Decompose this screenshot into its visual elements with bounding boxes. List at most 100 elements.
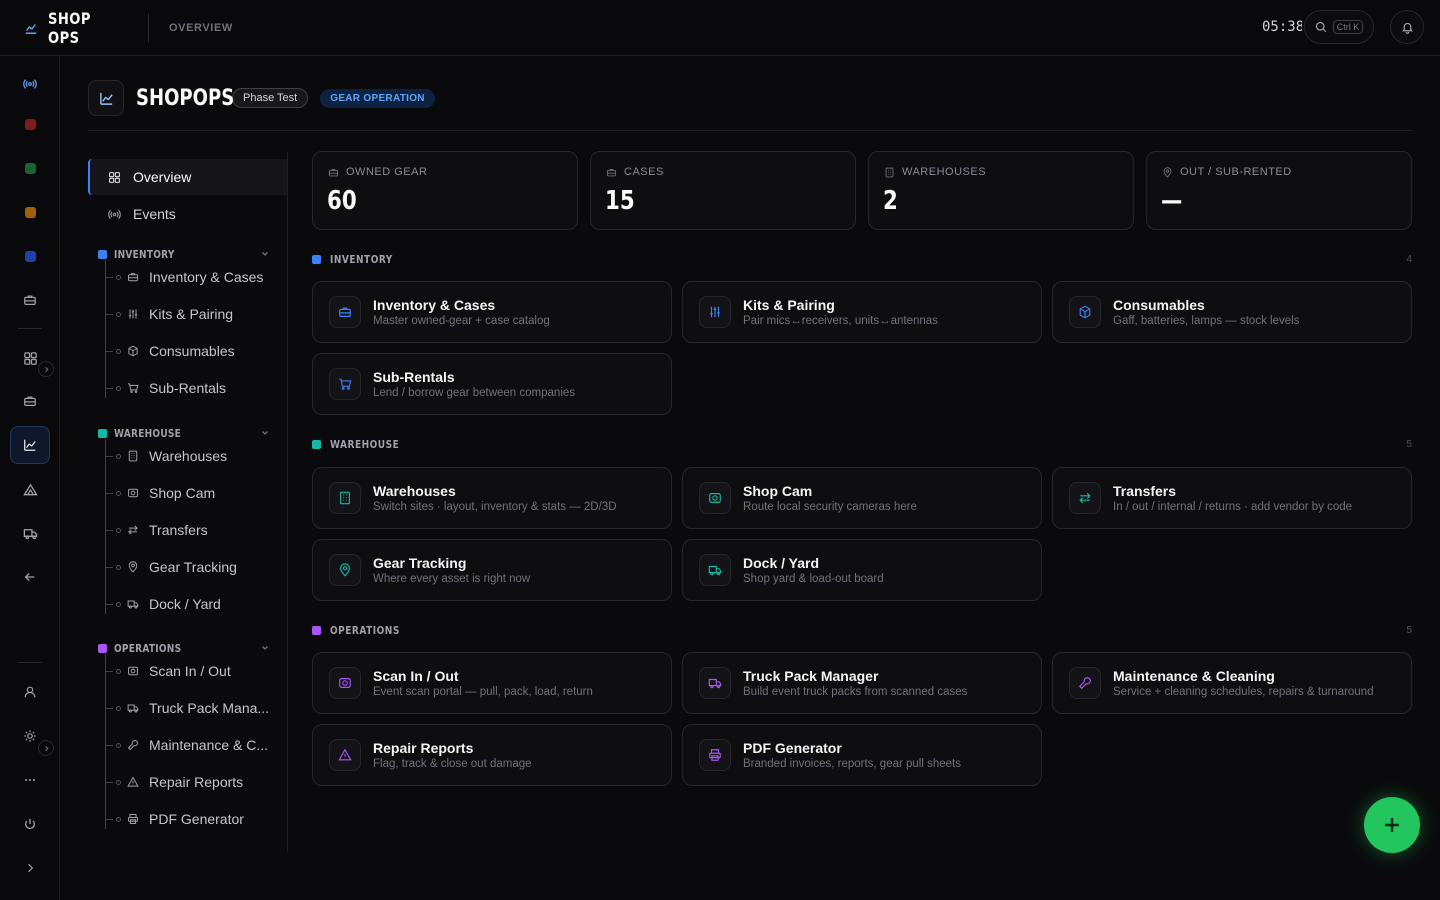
rail-workspace-green[interactable] <box>10 149 50 187</box>
nav-item[interactable]: Consumables <box>105 336 285 366</box>
nav-group-inventory[interactable]: INVENTORY <box>98 246 270 262</box>
rail-events[interactable] <box>10 65 50 103</box>
module-card[interactable]: Scan In / Out Event scan portal — pull, p… <box>312 652 672 714</box>
workspace-square-icon <box>24 162 36 174</box>
nav-item[interactable]: Warehouses <box>105 441 285 471</box>
module-card[interactable]: Dock / Yard Shop yard & load-out board <box>682 539 1042 601</box>
briefcase-icon <box>128 273 138 282</box>
stat-value: 15 <box>605 186 635 216</box>
module-card[interactable]: Warehouses Switch sites · layout, invento… <box>312 467 672 529</box>
tree-node <box>116 311 121 317</box>
rail-workspace-blue[interactable] <box>10 237 50 275</box>
rail-trucks[interactable] <box>10 514 50 552</box>
nav-group-operations[interactable]: OPERATIONS <box>98 640 270 656</box>
operation-chip[interactable]: GEAR OPERATION <box>320 88 435 108</box>
nav-item[interactable]: Gear Tracking <box>105 552 285 582</box>
nav-item[interactable]: Inventory & Cases <box>105 262 285 292</box>
warning-icon <box>127 776 139 787</box>
page-title: SHOPOPS <box>136 85 235 111</box>
card-title: Consumables <box>1113 297 1205 313</box>
group-label: WAREHOUSE <box>114 426 182 440</box>
stat-card[interactable]: OUT / SUB-RENTED — <box>1146 151 1412 230</box>
nav-item[interactable]: Sub-Rentals <box>105 373 285 403</box>
nav-item[interactable]: Transfers <box>105 515 285 545</box>
module-card[interactable]: Inventory & Cases Master owned-gear + cas… <box>312 281 672 343</box>
card-description: Pair mics↔receivers, units↔antennas <box>743 315 938 327</box>
rail-inventory[interactable] <box>10 281 50 319</box>
expand-toggle[interactable] <box>38 361 54 377</box>
nav-item-label: Maintenance & C... <box>149 737 269 753</box>
phase-chip[interactable]: Phase Test <box>232 88 309 108</box>
module-card[interactable]: Consumables Gaff, batteries, lamps — stoc… <box>1052 281 1412 343</box>
rail-more[interactable] <box>10 761 50 799</box>
more-icon <box>25 778 35 782</box>
section-nav: Overview Events INVENTORY Inventory & Cases… <box>88 152 288 852</box>
card-icon <box>699 482 731 514</box>
stat-card[interactable]: CASES 15 <box>590 151 856 230</box>
rail-workspace-amber[interactable] <box>10 193 50 231</box>
rail-power[interactable] <box>10 805 50 843</box>
group-color-dot <box>98 428 107 438</box>
card-description: Build event truck packs from scanned cas… <box>743 686 968 698</box>
stat-card[interactable]: OWNED GEAR 60 <box>312 151 578 230</box>
module-card[interactable]: Gear Tracking Where every asset is right … <box>312 539 672 601</box>
module-card[interactable]: Maintenance & Cleaning Service + cleaning… <box>1052 652 1412 714</box>
breadcrumb[interactable]: OVERVIEW <box>169 22 233 34</box>
chevron-right-icon <box>44 745 49 751</box>
tree-node <box>116 490 121 496</box>
rail-workspace-red[interactable] <box>10 105 50 143</box>
chart-icon <box>99 92 113 105</box>
arrow-left-icon <box>24 573 35 581</box>
tree-node <box>116 668 121 674</box>
nav-item[interactable]: Scan In / Out <box>105 656 285 686</box>
nav-item-label: Shop Cam <box>149 485 216 501</box>
nav-label: Events <box>133 206 176 222</box>
rail-shopops[interactable] <box>10 426 50 464</box>
module-card[interactable]: Transfers In / out / internal / returns ·… <box>1052 467 1412 529</box>
group-color-dot <box>98 643 107 653</box>
nav-item[interactable]: Repair Reports <box>105 767 285 797</box>
transfer-icon <box>1079 492 1091 504</box>
card-title: PDF Generator <box>743 740 842 756</box>
rail-back[interactable] <box>10 558 50 596</box>
cart-icon <box>339 378 352 390</box>
search-button[interactable]: Ctrl K <box>1304 10 1374 44</box>
tree-node <box>116 742 121 748</box>
rail-collapse[interactable] <box>10 849 50 887</box>
nav-events[interactable]: Events <box>88 196 287 232</box>
page-icon <box>88 80 124 116</box>
rail-profile[interactable] <box>10 673 50 711</box>
module-card[interactable]: Truck Pack Manager Build event truck pack… <box>682 652 1042 714</box>
section-count: 5 <box>1406 438 1412 450</box>
card-description: Where every asset is right now <box>373 573 531 585</box>
rail-cases[interactable] <box>10 382 50 420</box>
nav-overview[interactable]: Overview <box>88 159 287 195</box>
brand[interactable]: SHOP OPS <box>24 9 138 47</box>
module-card[interactable]: Kits & Pairing Pair mics↔receivers, units… <box>682 281 1042 343</box>
module-card[interactable]: Sub-Rentals Lend / borrow gear between co… <box>312 353 672 415</box>
section-label: WAREHOUSE <box>330 437 400 451</box>
stat-card[interactable]: WAREHOUSES 2 <box>868 151 1134 230</box>
nav-item[interactable]: PDF Generator <box>105 804 285 834</box>
card-description: Flag, track & close out damage <box>373 758 532 770</box>
nav-item[interactable]: Dock / Yard <box>105 589 285 619</box>
tree-branch <box>105 781 113 783</box>
nav-item[interactable]: Maintenance & C... <box>105 730 285 760</box>
nav-item[interactable]: Truck Pack Mana... <box>105 693 285 723</box>
tree-node <box>116 274 121 280</box>
notifications-button[interactable] <box>1390 10 1424 44</box>
module-card[interactable]: Shop Cam Route local security cameras her… <box>682 467 1042 529</box>
module-card[interactable]: PDF Generator Branded invoices, reports, … <box>682 724 1042 786</box>
nav-group-warehouse[interactable]: WAREHOUSE <box>98 425 270 441</box>
tree-branch <box>105 603 113 605</box>
tent-icon <box>22 483 38 495</box>
briefcase-icon <box>328 168 339 176</box>
main-content: SHOPOPS Phase Test GEAR OPERATION Overvi… <box>60 56 1440 900</box>
rail-warehouse[interactable] <box>10 470 50 508</box>
group-color-dot <box>98 249 107 259</box>
add-button[interactable] <box>1364 797 1420 853</box>
nav-item[interactable]: Shop Cam <box>105 478 285 508</box>
nav-item[interactable]: Kits & Pairing <box>105 299 285 329</box>
theme-expand-toggle[interactable] <box>38 740 54 756</box>
module-card[interactable]: Repair Reports Flag, track & close out da… <box>312 724 672 786</box>
